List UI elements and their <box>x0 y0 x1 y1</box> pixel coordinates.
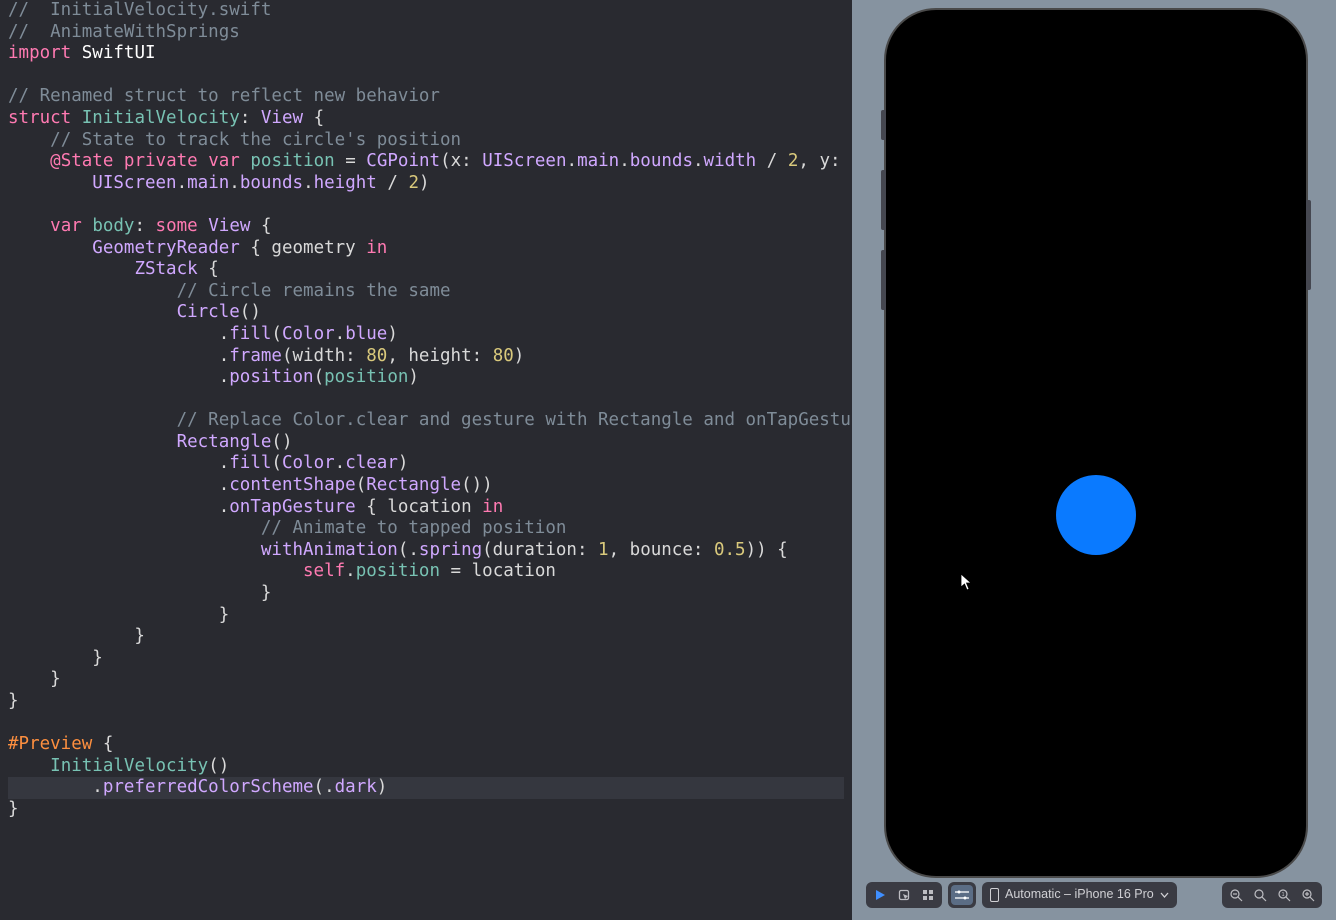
preview-canvas[interactable]: Automatic – iPhone 16 Pro 1 <box>852 0 1336 920</box>
comment: // State to track the circle's position <box>50 130 461 150</box>
device-side-button <box>881 110 886 140</box>
animated-circle[interactable] <box>1056 475 1136 555</box>
type-name: InitialVelocity <box>82 108 240 128</box>
live-preview-button[interactable] <box>869 885 891 905</box>
chevron-down-icon <box>1160 892 1169 898</box>
type-cgpoint: CGPoint <box>366 151 440 171</box>
keyword-struct: struct <box>8 108 71 128</box>
phone-icon <box>990 888 999 902</box>
zoom-out-button[interactable] <box>1225 885 1247 905</box>
preview-mode-group <box>866 882 942 908</box>
attr-state: @State <box>50 151 113 171</box>
device-settings-button[interactable] <box>951 885 973 905</box>
preview-toolbar: Automatic – iPhone 16 Pro 1 <box>866 882 1322 908</box>
module: SwiftUI <box>82 43 156 63</box>
comment: // InitialVelocity.swift <box>8 0 271 20</box>
code-editor[interactable]: // InitialVelocity.swift // AnimateWithS… <box>0 0 852 920</box>
zoom-in-button[interactable] <box>1297 885 1319 905</box>
keyword-private: private <box>124 151 198 171</box>
prop-position: position <box>250 151 334 171</box>
zoom-group: 1 <box>1222 882 1322 908</box>
selectable-preview-button[interactable] <box>893 885 915 905</box>
device-selector[interactable]: Automatic – iPhone 16 Pro <box>982 882 1177 908</box>
device-settings-group <box>948 882 976 908</box>
svg-text:1: 1 <box>1281 892 1284 898</box>
variants-button[interactable] <box>917 885 939 905</box>
protocol: View <box>261 108 303 128</box>
device-label: Automatic – iPhone 16 Pro <box>1005 884 1154 906</box>
device-side-button <box>881 170 886 230</box>
device-side-button <box>881 250 886 310</box>
comment: // AnimateWithSprings <box>8 22 240 42</box>
macro-preview: #Preview <box>8 734 92 754</box>
zoom-fit-button[interactable]: 1 <box>1273 885 1295 905</box>
comment: // Renamed struct to reflect new behavio… <box>8 86 440 106</box>
device-side-button <box>1306 200 1311 290</box>
keyword-import: import <box>8 43 71 63</box>
zoom-actual-button[interactable] <box>1249 885 1271 905</box>
current-line-highlight: .preferredColorScheme(.dark) <box>8 777 844 799</box>
keyword-var: var <box>208 151 240 171</box>
simulator-device-frame[interactable] <box>884 8 1308 878</box>
